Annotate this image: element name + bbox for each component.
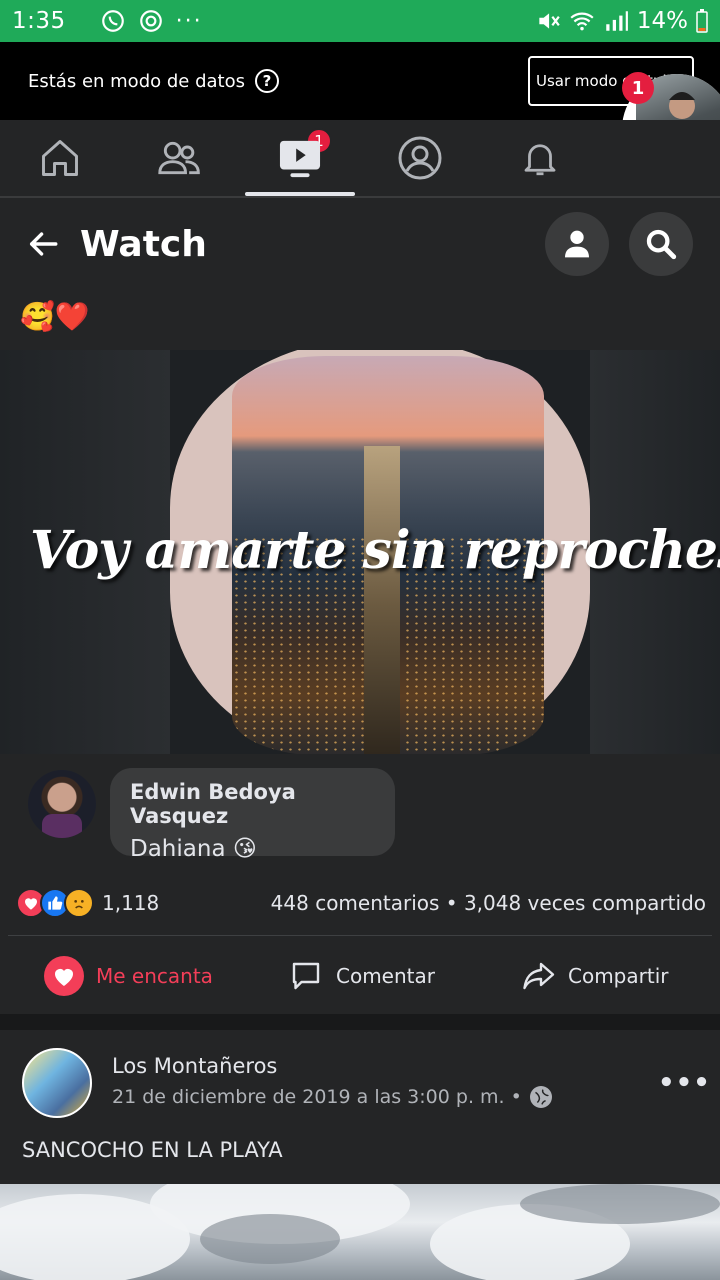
share-button[interactable]: Compartir: [520, 958, 668, 994]
post-actions: Me encanta Comentar Compartir: [0, 938, 720, 1014]
battery-icon: [696, 9, 708, 33]
post-timestamp: 21 de diciembre de 2019 a las 3:00 p. m.…: [112, 1086, 552, 1108]
top-navigation: 1: [0, 120, 720, 198]
comment-author[interactable]: Edwin Bedoya Vasquez: [130, 780, 375, 828]
chat-notification-badge: 1: [622, 72, 654, 104]
comment-label: Comentar: [336, 964, 435, 988]
tab-home[interactable]: [0, 120, 120, 196]
globe-icon: [529, 1086, 552, 1108]
watch-icon: [279, 140, 321, 178]
person-icon: [565, 230, 589, 258]
love-label: Me encanta: [96, 964, 213, 988]
page-title: Watch: [80, 223, 207, 265]
video-caption: Voy amarte sin reproches: [30, 520, 720, 582]
post-text: SANCOCHO EN LA PLAYA: [22, 1138, 283, 1162]
divider: [8, 935, 712, 936]
bell-icon: [524, 144, 556, 176]
avatar[interactable]: [28, 770, 96, 838]
comment-icon: [292, 962, 320, 990]
tab-watch[interactable]: [240, 120, 360, 196]
share-label: Compartir: [568, 964, 669, 988]
comments-shares-count[interactable]: 448 comentarios • 3,048 veces compartido: [271, 891, 706, 915]
sync-icon: [139, 10, 162, 32]
tab-menu[interactable]: [600, 120, 720, 196]
video-post: 🥰❤️ Voy amarte sin reproches Edwin Bedoy…: [0, 290, 720, 1014]
watch-search-button[interactable]: [629, 212, 693, 276]
friends-icon: [158, 141, 200, 175]
back-arrow-icon[interactable]: [26, 227, 60, 261]
cloud: [200, 1214, 340, 1264]
reaction-stats[interactable]: 1,118 448 comentarios • 3,048 veces comp…: [16, 882, 706, 924]
data-mode-text: Estás en modo de datos: [28, 70, 245, 92]
notification-icons: ···: [100, 8, 203, 34]
system-icons: 14%: [535, 8, 708, 34]
comment-text: Dahiana 😘: [130, 836, 257, 862]
cloud: [520, 1184, 720, 1224]
tab-notifications[interactable]: [480, 120, 600, 196]
clock: 1:35: [12, 8, 66, 34]
share-icon: [523, 962, 555, 990]
skyscraper: [364, 446, 400, 754]
tab-friends[interactable]: 1: [120, 120, 332, 196]
sad-reaction-icon: [64, 888, 94, 918]
info-icon[interactable]: ?: [254, 69, 279, 93]
post-timestamp-text[interactable]: 21 de diciembre de 2019 a las 3:00 p. m.…: [112, 1086, 522, 1108]
mute-icon: [539, 13, 560, 29]
status-bar: 1:35 ··· 14%: [0, 0, 720, 42]
battery-percent: 14%: [636, 8, 688, 34]
post-image[interactable]: [0, 1184, 720, 1280]
tab-profile[interactable]: [360, 120, 480, 196]
signal-icon: [606, 11, 628, 31]
search-icon: [646, 229, 677, 260]
comment-button[interactable]: Comentar: [288, 958, 435, 994]
whatsapp-icon: [101, 10, 124, 32]
data-mode-banner: Estás en modo de datos ? Usar modo gratu…: [0, 42, 720, 120]
profile-icon: [398, 136, 442, 180]
reaction-count: 1,118: [102, 891, 160, 915]
page-avatar[interactable]: [22, 1048, 92, 1118]
home-icon: [42, 140, 78, 176]
video-player[interactable]: Voy amarte sin reproches: [0, 350, 720, 754]
more-options-button[interactable]: •••: [658, 1068, 711, 1098]
feed-post: Los Montañeros 21 de diciembre de 2019 a…: [0, 1030, 720, 1280]
avatar-shirt: [42, 814, 82, 838]
love-button[interactable]: Me encanta: [44, 956, 213, 996]
watch-profile-button[interactable]: [545, 212, 609, 276]
page-name[interactable]: Los Montañeros: [112, 1054, 277, 1078]
post-caption-emoji: 🥰❤️: [20, 300, 90, 333]
watch-header: Watch: [0, 198, 720, 290]
wifi-icon: [570, 12, 594, 31]
video-caption-text: Voy amarte sin reproches: [30, 520, 720, 581]
heart-icon: [44, 956, 84, 996]
more-notifications-icon: ···: [175, 8, 203, 34]
comment-bubble[interactable]: Edwin Bedoya Vasquez Dahiana 😘: [110, 768, 395, 862]
